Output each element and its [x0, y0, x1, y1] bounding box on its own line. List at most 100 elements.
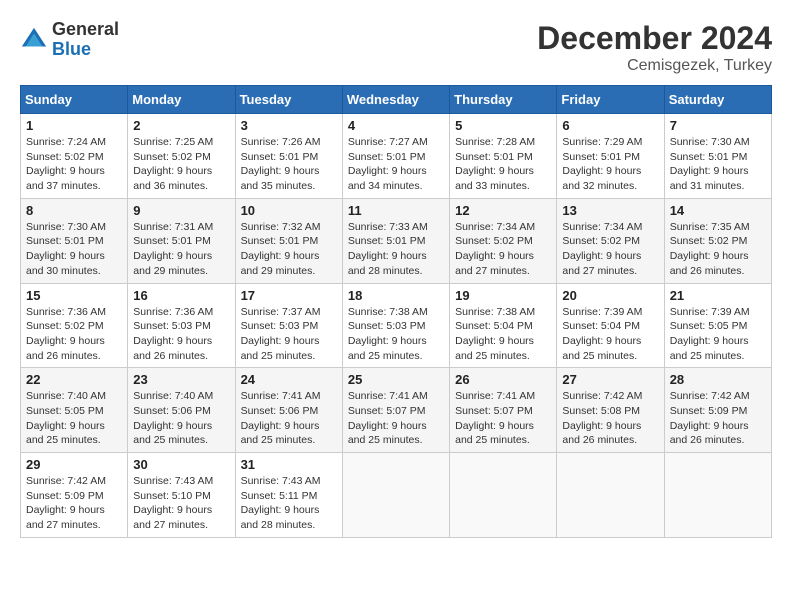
- calendar-cell: 9 Sunrise: 7:31 AM Sunset: 5:01 PM Dayli…: [128, 198, 235, 283]
- sunset-label: Sunset: 5:07 PM: [455, 405, 533, 417]
- day-number: 29: [26, 457, 122, 472]
- weekday-saturday: Saturday: [664, 86, 771, 114]
- day-info: Sunrise: 7:26 AM Sunset: 5:01 PM Dayligh…: [241, 135, 337, 194]
- calendar-cell: 8 Sunrise: 7:30 AM Sunset: 5:01 PM Dayli…: [21, 198, 128, 283]
- calendar-cell: 20 Sunrise: 7:39 AM Sunset: 5:04 PM Dayl…: [557, 283, 664, 368]
- day-info: Sunrise: 7:32 AM Sunset: 5:01 PM Dayligh…: [241, 220, 337, 279]
- day-number: 11: [348, 203, 444, 218]
- weekday-monday: Monday: [128, 86, 235, 114]
- day-info: Sunrise: 7:41 AM Sunset: 5:07 PM Dayligh…: [348, 389, 444, 448]
- day-number: 1: [26, 118, 122, 133]
- day-info: Sunrise: 7:40 AM Sunset: 5:05 PM Dayligh…: [26, 389, 122, 448]
- day-info: Sunrise: 7:34 AM Sunset: 5:02 PM Dayligh…: [455, 220, 551, 279]
- day-number: 6: [562, 118, 658, 133]
- sunrise-label: Sunrise: 7:41 AM: [241, 390, 321, 402]
- daylight-label: Daylight: 9 hours and 25 minutes.: [26, 420, 105, 447]
- sunrise-label: Sunrise: 7:24 AM: [26, 136, 106, 148]
- day-info: Sunrise: 7:37 AM Sunset: 5:03 PM Dayligh…: [241, 305, 337, 364]
- daylight-label: Daylight: 9 hours and 31 minutes.: [670, 165, 749, 192]
- day-number: 7: [670, 118, 766, 133]
- calendar-cell: 3 Sunrise: 7:26 AM Sunset: 5:01 PM Dayli…: [235, 114, 342, 199]
- calendar-cell: [557, 453, 664, 538]
- sunset-label: Sunset: 5:01 PM: [241, 151, 319, 163]
- day-number: 12: [455, 203, 551, 218]
- sunset-label: Sunset: 5:09 PM: [670, 405, 748, 417]
- day-number: 28: [670, 372, 766, 387]
- day-number: 24: [241, 372, 337, 387]
- daylight-label: Daylight: 9 hours and 27 minutes.: [26, 504, 105, 531]
- daylight-label: Daylight: 9 hours and 33 minutes.: [455, 165, 534, 192]
- day-number: 26: [455, 372, 551, 387]
- sunset-label: Sunset: 5:04 PM: [455, 320, 533, 332]
- day-number: 20: [562, 288, 658, 303]
- day-number: 27: [562, 372, 658, 387]
- day-number: 17: [241, 288, 337, 303]
- day-number: 22: [26, 372, 122, 387]
- sunset-label: Sunset: 5:02 PM: [133, 151, 211, 163]
- sunset-label: Sunset: 5:02 PM: [455, 235, 533, 247]
- weekday-thursday: Thursday: [450, 86, 557, 114]
- sunrise-label: Sunrise: 7:30 AM: [26, 221, 106, 233]
- sunset-label: Sunset: 5:03 PM: [348, 320, 426, 332]
- month-year: December 2024: [537, 20, 772, 57]
- calendar-week-2: 8 Sunrise: 7:30 AM Sunset: 5:01 PM Dayli…: [21, 198, 772, 283]
- sunrise-label: Sunrise: 7:32 AM: [241, 221, 321, 233]
- calendar-cell: 24 Sunrise: 7:41 AM Sunset: 5:06 PM Dayl…: [235, 368, 342, 453]
- day-number: 14: [670, 203, 766, 218]
- sunrise-label: Sunrise: 7:39 AM: [562, 306, 642, 318]
- day-info: Sunrise: 7:41 AM Sunset: 5:07 PM Dayligh…: [455, 389, 551, 448]
- day-info: Sunrise: 7:40 AM Sunset: 5:06 PM Dayligh…: [133, 389, 229, 448]
- sunset-label: Sunset: 5:01 PM: [241, 235, 319, 247]
- daylight-label: Daylight: 9 hours and 29 minutes.: [133, 250, 212, 277]
- day-number: 25: [348, 372, 444, 387]
- sunset-label: Sunset: 5:03 PM: [241, 320, 319, 332]
- daylight-label: Daylight: 9 hours and 36 minutes.: [133, 165, 212, 192]
- title-block: December 2024 Cemisgezek, Turkey: [537, 20, 772, 75]
- sunset-label: Sunset: 5:01 PM: [26, 235, 104, 247]
- day-info: Sunrise: 7:39 AM Sunset: 5:05 PM Dayligh…: [670, 305, 766, 364]
- calendar-cell: 1 Sunrise: 7:24 AM Sunset: 5:02 PM Dayli…: [21, 114, 128, 199]
- day-number: 19: [455, 288, 551, 303]
- day-number: 23: [133, 372, 229, 387]
- day-number: 18: [348, 288, 444, 303]
- day-number: 10: [241, 203, 337, 218]
- day-info: Sunrise: 7:43 AM Sunset: 5:10 PM Dayligh…: [133, 474, 229, 533]
- daylight-label: Daylight: 9 hours and 25 minutes.: [455, 420, 534, 447]
- calendar-cell: 12 Sunrise: 7:34 AM Sunset: 5:02 PM Dayl…: [450, 198, 557, 283]
- calendar-cell: 28 Sunrise: 7:42 AM Sunset: 5:09 PM Dayl…: [664, 368, 771, 453]
- calendar-cell: 29 Sunrise: 7:42 AM Sunset: 5:09 PM Dayl…: [21, 453, 128, 538]
- calendar-cell: 6 Sunrise: 7:29 AM Sunset: 5:01 PM Dayli…: [557, 114, 664, 199]
- calendar-cell: [664, 453, 771, 538]
- daylight-label: Daylight: 9 hours and 34 minutes.: [348, 165, 427, 192]
- calendar-cell: 23 Sunrise: 7:40 AM Sunset: 5:06 PM Dayl…: [128, 368, 235, 453]
- weekday-tuesday: Tuesday: [235, 86, 342, 114]
- daylight-label: Daylight: 9 hours and 29 minutes.: [241, 250, 320, 277]
- day-info: Sunrise: 7:42 AM Sunset: 5:09 PM Dayligh…: [26, 474, 122, 533]
- day-number: 5: [455, 118, 551, 133]
- day-info: Sunrise: 7:31 AM Sunset: 5:01 PM Dayligh…: [133, 220, 229, 279]
- calendar-cell: 19 Sunrise: 7:38 AM Sunset: 5:04 PM Dayl…: [450, 283, 557, 368]
- sunrise-label: Sunrise: 7:42 AM: [26, 475, 106, 487]
- day-info: Sunrise: 7:25 AM Sunset: 5:02 PM Dayligh…: [133, 135, 229, 194]
- calendar-cell: [450, 453, 557, 538]
- calendar-cell: 26 Sunrise: 7:41 AM Sunset: 5:07 PM Dayl…: [450, 368, 557, 453]
- day-info: Sunrise: 7:43 AM Sunset: 5:11 PM Dayligh…: [241, 474, 337, 533]
- daylight-label: Daylight: 9 hours and 26 minutes.: [133, 335, 212, 362]
- day-info: Sunrise: 7:42 AM Sunset: 5:09 PM Dayligh…: [670, 389, 766, 448]
- sunset-label: Sunset: 5:02 PM: [26, 151, 104, 163]
- sunset-label: Sunset: 5:04 PM: [562, 320, 640, 332]
- calendar-cell: 10 Sunrise: 7:32 AM Sunset: 5:01 PM Dayl…: [235, 198, 342, 283]
- sunrise-label: Sunrise: 7:36 AM: [26, 306, 106, 318]
- day-number: 3: [241, 118, 337, 133]
- sunset-label: Sunset: 5:05 PM: [26, 405, 104, 417]
- calendar-cell: 5 Sunrise: 7:28 AM Sunset: 5:01 PM Dayli…: [450, 114, 557, 199]
- sunrise-label: Sunrise: 7:42 AM: [562, 390, 642, 402]
- sunrise-label: Sunrise: 7:36 AM: [133, 306, 213, 318]
- sunset-label: Sunset: 5:03 PM: [133, 320, 211, 332]
- calendar-table: SundayMondayTuesdayWednesdayThursdayFrid…: [20, 85, 772, 538]
- calendar-cell: 31 Sunrise: 7:43 AM Sunset: 5:11 PM Dayl…: [235, 453, 342, 538]
- calendar-cell: 4 Sunrise: 7:27 AM Sunset: 5:01 PM Dayli…: [342, 114, 449, 199]
- sunrise-label: Sunrise: 7:37 AM: [241, 306, 321, 318]
- weekday-sunday: Sunday: [21, 86, 128, 114]
- sunrise-label: Sunrise: 7:34 AM: [455, 221, 535, 233]
